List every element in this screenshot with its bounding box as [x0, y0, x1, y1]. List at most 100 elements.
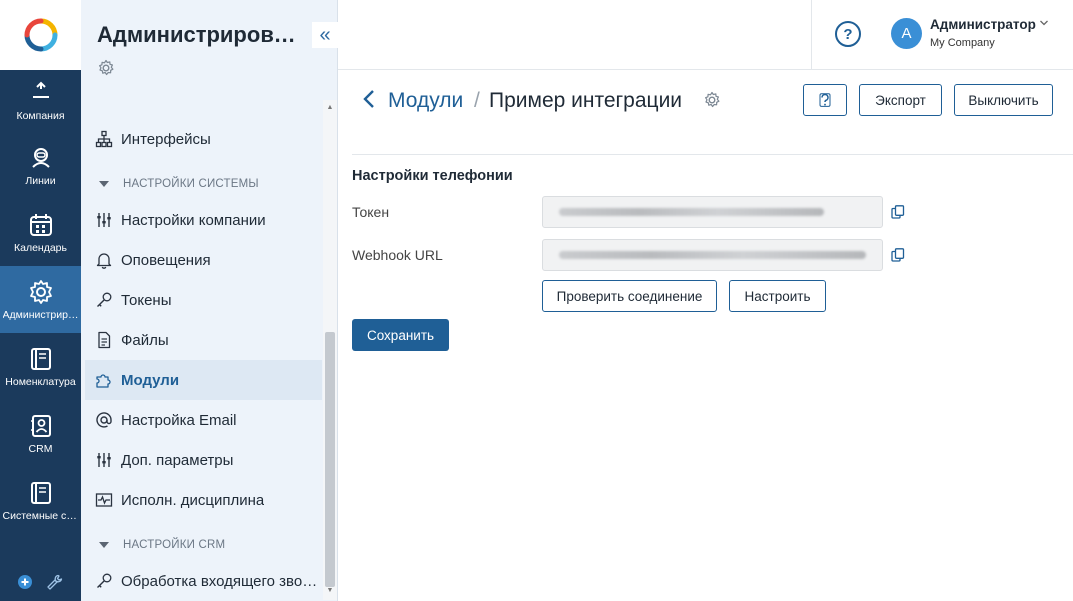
sidebar-item-label: Файлы [121, 331, 169, 349]
sidebar-section-label: НАСТРОЙКИ СИСТЕМЫ [123, 178, 259, 190]
rail-item-system-dictionaries[interactable]: Системные справочники [0, 467, 81, 534]
rail-item-label: Линии [25, 174, 56, 187]
copy-icon[interactable] [891, 205, 905, 219]
app-rail: Компания Линии Календарь Администрирован… [0, 0, 81, 601]
pulse-icon [95, 493, 113, 507]
configure-button[interactable]: Настроить [729, 280, 826, 312]
rail-item-label: Системные справочники [2, 509, 79, 522]
webhook-url-field[interactable] [542, 239, 883, 271]
book-icon [30, 481, 51, 504]
export-button[interactable]: Экспорт [859, 84, 942, 116]
sidebar-item-label: Токены [121, 291, 172, 309]
key-icon [97, 292, 112, 307]
page-title: Пример интеграции [489, 89, 683, 112]
header-divider [811, 0, 812, 70]
rail-item-label: Компания [16, 110, 65, 122]
sidebar-item-label: Модули [121, 371, 180, 389]
rail-item-nomenclature[interactable]: Номенклатура [0, 333, 81, 400]
rail-item-label: CRM [28, 442, 53, 455]
chevron-down-icon[interactable] [1039, 18, 1049, 31]
gear-icon[interactable] [97, 59, 115, 77]
rail-item-administration[interactable]: Администрирование [0, 266, 81, 333]
scroll-down-arrow[interactable]: ▼ [323, 587, 337, 594]
caret-down-icon [99, 181, 109, 187]
check-connection-button[interactable]: Проверить соединение [542, 280, 717, 312]
key-icon [97, 573, 112, 588]
sidebar-item-files[interactable]: Файлы [85, 320, 322, 360]
user-company: My Company [930, 37, 995, 49]
admin-sidebar: Администрирование « Интерфейсы НАСТРОЙКИ… [81, 0, 338, 601]
wrench-icon[interactable] [47, 574, 63, 590]
breadcrumb-separator: / [474, 89, 480, 112]
masked-value [559, 251, 866, 259]
copy-icon[interactable] [891, 248, 905, 262]
sidebar-item-discipline[interactable]: Исполн. дисциплина [85, 480, 322, 520]
sliders-icon [97, 213, 111, 227]
caret-down-icon [99, 542, 109, 548]
sidebar-item-label: Настройка Email [121, 411, 237, 429]
company-icon [32, 81, 49, 98]
sliders-icon [97, 453, 111, 467]
gear-icon[interactable] [703, 91, 721, 109]
scrollbar-thumb[interactable] [325, 332, 335, 587]
top-header: ? А Администратор My Company [338, 0, 1073, 70]
calendar-icon [29, 213, 52, 236]
sidebar-item-label: Обработка входящего звонка [121, 572, 322, 590]
gear-icon [29, 279, 52, 304]
sidebar-item-tokens[interactable]: Токены [85, 280, 322, 320]
sidebar-item-email-settings[interactable]: Настройка Email [85, 400, 322, 440]
help-button[interactable]: ? [835, 21, 861, 47]
sidebar-scrollbar[interactable]: ▲ ▼ [323, 100, 337, 600]
sidebar-section-label: НАСТРОЙКИ CRM [123, 539, 226, 551]
heading-divider [352, 154, 1073, 155]
rail-item-calendar[interactable]: Календарь [0, 199, 81, 266]
rail-item-label: Номенклатура [5, 375, 76, 388]
sidebar-item-notifications[interactable]: Оповещения [85, 240, 322, 280]
breadcrumb-modules[interactable]: Модули [388, 89, 463, 113]
rail-item-label: Администрирование [2, 308, 79, 321]
sidebar-item-label: Интерфейсы [121, 130, 211, 148]
save-button[interactable]: Сохранить [352, 319, 449, 351]
token-field[interactable] [542, 196, 883, 228]
chevron-left-icon [363, 90, 374, 108]
bell-icon [96, 253, 112, 269]
disable-button[interactable]: Выключить [954, 84, 1053, 116]
scroll-up-arrow[interactable]: ▲ [323, 104, 337, 111]
masked-value [559, 208, 824, 216]
avatar[interactable]: А [891, 18, 922, 49]
app-logo[interactable] [0, 0, 81, 70]
lines-icon [31, 147, 50, 168]
sidebar-item-label: Настройки компании [121, 211, 266, 229]
logo-icon [24, 18, 57, 52]
sidebar-item-label: Доп. параметры [121, 451, 234, 469]
webhook-url-label: Webhook URL [352, 247, 443, 263]
sidebar-item-label: Исполн. дисциплина [121, 491, 265, 509]
book-icon [30, 347, 51, 370]
user-name[interactable]: Администратор [930, 17, 1036, 32]
sidebar-item-extra-params[interactable]: Доп. параметры [85, 440, 322, 480]
module-help-button[interactable] [803, 84, 847, 116]
rail-item-label: Календарь [14, 241, 67, 254]
section-title: Настройки телефонии [352, 168, 513, 184]
rail-item-company[interactable]: Компания [0, 70, 81, 132]
sidebar-title: Администрирование [97, 22, 303, 47]
sidebar-item-interfaces[interactable]: Интерфейсы [85, 119, 322, 159]
sidebar-section-system-settings[interactable]: НАСТРОЙКИ СИСТЕМЫ [99, 178, 259, 190]
rail-item-lines[interactable]: Линии [0, 132, 81, 199]
hierarchy-icon [95, 130, 113, 148]
rail-item-crm[interactable]: CRM [0, 400, 81, 467]
sidebar-item-incoming-call[interactable]: Обработка входящего звонка [85, 561, 322, 601]
add-icon[interactable] [17, 574, 32, 589]
at-icon [96, 412, 112, 428]
puzzle-icon [96, 374, 111, 388]
sidebar-item-label: Оповещения [121, 251, 211, 269]
collapse-sidebar-button[interactable]: « [312, 22, 338, 48]
help-icon [819, 93, 831, 107]
token-label: Токен [352, 204, 390, 220]
contacts-icon [30, 414, 51, 437]
rail-bottom-toolbar [0, 562, 81, 601]
sidebar-item-modules[interactable]: Модули [85, 360, 322, 400]
sidebar-item-company-settings[interactable]: Настройки компании [85, 200, 322, 240]
sidebar-section-crm-settings[interactable]: НАСТРОЙКИ CRM [99, 539, 225, 551]
back-button[interactable] [362, 88, 376, 116]
